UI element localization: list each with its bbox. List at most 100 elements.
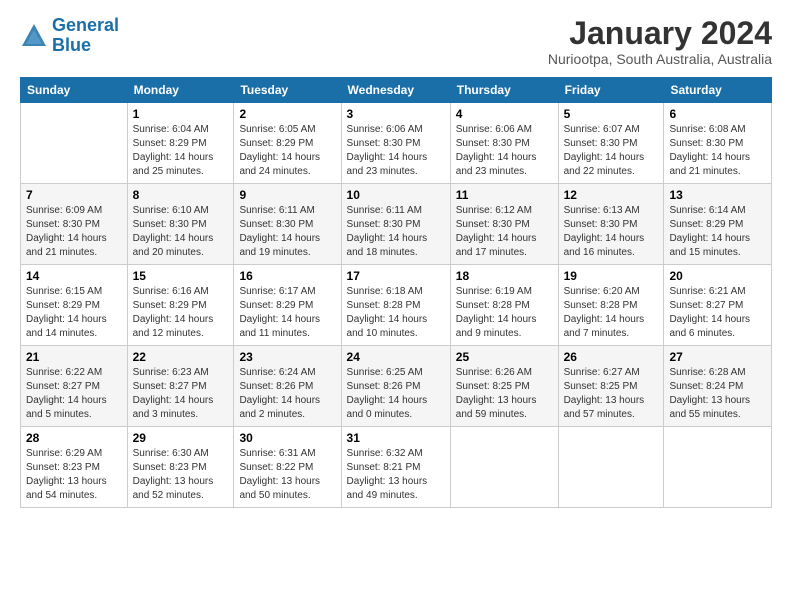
day-cell: 10 Sunrise: 6:11 AM Sunset: 8:30 PM Dayli… [341, 184, 450, 265]
day-detail: Sunrise: 6:23 AM Sunset: 8:27 PM Dayligh… [133, 366, 229, 422]
header-row: SundayMondayTuesdayWednesdayThursdayFrid… [21, 78, 772, 103]
title-block: January 2024 Nuriootpa, South Australia,… [548, 16, 772, 67]
day-detail: Sunrise: 6:13 AM Sunset: 8:30 PM Dayligh… [564, 204, 659, 260]
day-detail: Sunrise: 6:08 AM Sunset: 8:30 PM Dayligh… [669, 123, 766, 179]
day-detail: Sunrise: 6:19 AM Sunset: 8:28 PM Dayligh… [456, 285, 553, 341]
day-number: 26 [564, 350, 659, 364]
day-cell: 4Sunrise: 6:06 AM Sunset: 8:30 PM Daylig… [450, 103, 558, 184]
day-number: 11 [456, 188, 553, 202]
day-number: 9 [239, 188, 335, 202]
day-cell: 17Sunrise: 6:18 AM Sunset: 8:28 PM Dayli… [341, 265, 450, 346]
day-cell: 6 Sunrise: 6:08 AM Sunset: 8:30 PM Daylig… [664, 103, 772, 184]
day-cell [664, 427, 772, 508]
day-detail: Sunrise: 6:27 AM Sunset: 8:25 PM Dayligh… [564, 366, 659, 422]
day-cell [450, 427, 558, 508]
day-detail: Sunrise: 6:30 AM Sunset: 8:23 PM Dayligh… [133, 447, 229, 503]
day-cell: 2 Sunrise: 6:05 AM Sunset: 8:29 PM Daylig… [234, 103, 341, 184]
day-cell: 15Sunrise: 6:16 AM Sunset: 8:29 PM Dayli… [127, 265, 234, 346]
day-number: 10 [347, 188, 445, 202]
day-number: 30 [239, 431, 335, 445]
day-detail: Sunrise: 6:17 AM Sunset: 8:29 PM Dayligh… [239, 285, 335, 341]
day-detail: Sunrise: 6:26 AM Sunset: 8:25 PM Dayligh… [456, 366, 553, 422]
header-cell-friday: Friday [558, 78, 664, 103]
day-number: 28 [26, 431, 122, 445]
day-cell: 25 Sunrise: 6:26 AM Sunset: 8:25 PM Dayli… [450, 346, 558, 427]
day-detail: Sunrise: 6:21 AM Sunset: 8:27 PM Dayligh… [669, 285, 766, 341]
main-title: January 2024 [548, 16, 772, 51]
day-number: 15 [133, 269, 229, 283]
day-number: 27 [669, 350, 766, 364]
day-detail: Sunrise: 6:28 AM Sunset: 8:24 PM Dayligh… [669, 366, 766, 422]
day-detail: Sunrise: 6:31 AM Sunset: 8:22 PM Dayligh… [239, 447, 335, 503]
day-number: 25 [456, 350, 553, 364]
week-row-1: 1Sunrise: 6:04 AM Sunset: 8:29 PM Daylig… [21, 103, 772, 184]
day-cell: 20Sunrise: 6:21 AM Sunset: 8:27 PM Dayli… [664, 265, 772, 346]
day-detail: Sunrise: 6:06 AM Sunset: 8:30 PM Dayligh… [347, 123, 445, 179]
day-number: 29 [133, 431, 229, 445]
day-number: 19 [564, 269, 659, 283]
header: General Blue January 2024 Nuriootpa, Sou… [20, 16, 772, 67]
day-number: 12 [564, 188, 659, 202]
day-detail: Sunrise: 6:14 AM Sunset: 8:29 PM Dayligh… [669, 204, 766, 260]
day-detail: Sunrise: 6:15 AM Sunset: 8:29 PM Dayligh… [26, 285, 122, 341]
header-cell-sunday: Sunday [21, 78, 128, 103]
day-cell: 19Sunrise: 6:20 AM Sunset: 8:28 PM Dayli… [558, 265, 664, 346]
day-detail: Sunrise: 6:11 AM Sunset: 8:30 PM Dayligh… [239, 204, 335, 260]
day-cell: 30 Sunrise: 6:31 AM Sunset: 8:22 PM Dayli… [234, 427, 341, 508]
day-number: 6 [669, 107, 766, 121]
header-cell-wednesday: Wednesday [341, 78, 450, 103]
day-cell: 14Sunrise: 6:15 AM Sunset: 8:29 PM Dayli… [21, 265, 128, 346]
day-number: 22 [133, 350, 229, 364]
day-cell: 24 Sunrise: 6:25 AM Sunset: 8:26 PM Dayli… [341, 346, 450, 427]
week-row-5: 28 Sunrise: 6:29 AM Sunset: 8:23 PM Dayli… [21, 427, 772, 508]
day-detail: Sunrise: 6:04 AM Sunset: 8:29 PM Dayligh… [133, 123, 229, 179]
subtitle: Nuriootpa, South Australia, Australia [548, 51, 772, 67]
day-cell: 13 Sunrise: 6:14 AM Sunset: 8:29 PM Dayli… [664, 184, 772, 265]
day-detail: Sunrise: 6:32 AM Sunset: 8:21 PM Dayligh… [347, 447, 445, 503]
header-cell-saturday: Saturday [664, 78, 772, 103]
day-cell: 23 Sunrise: 6:24 AM Sunset: 8:26 PM Dayli… [234, 346, 341, 427]
day-number: 24 [347, 350, 445, 364]
day-number: 16 [239, 269, 335, 283]
day-cell: 18 Sunrise: 6:19 AM Sunset: 8:28 PM Dayli… [450, 265, 558, 346]
day-cell: 26 Sunrise: 6:27 AM Sunset: 8:25 PM Dayli… [558, 346, 664, 427]
header-cell-tuesday: Tuesday [234, 78, 341, 103]
day-detail: Sunrise: 6:24 AM Sunset: 8:26 PM Dayligh… [239, 366, 335, 422]
day-detail: Sunrise: 6:07 AM Sunset: 8:30 PM Dayligh… [564, 123, 659, 179]
day-detail: Sunrise: 6:11 AM Sunset: 8:30 PM Dayligh… [347, 204, 445, 260]
day-number: 23 [239, 350, 335, 364]
day-cell: 16 Sunrise: 6:17 AM Sunset: 8:29 PM Dayli… [234, 265, 341, 346]
day-cell: 9 Sunrise: 6:11 AM Sunset: 8:30 PM Daylig… [234, 184, 341, 265]
logo-blue: Blue [52, 36, 119, 56]
day-cell: 27 Sunrise: 6:28 AM Sunset: 8:24 PM Dayli… [664, 346, 772, 427]
page: General Blue January 2024 Nuriootpa, Sou… [0, 0, 792, 612]
header-cell-thursday: Thursday [450, 78, 558, 103]
day-number: 18 [456, 269, 553, 283]
day-number: 8 [133, 188, 229, 202]
day-number: 5 [564, 107, 659, 121]
day-detail: Sunrise: 6:05 AM Sunset: 8:29 PM Dayligh… [239, 123, 335, 179]
week-row-3: 14Sunrise: 6:15 AM Sunset: 8:29 PM Dayli… [21, 265, 772, 346]
header-cell-monday: Monday [127, 78, 234, 103]
day-cell: 21 Sunrise: 6:22 AM Sunset: 8:27 PM Dayli… [21, 346, 128, 427]
calendar: SundayMondayTuesdayWednesdayThursdayFrid… [20, 77, 772, 508]
day-number: 31 [347, 431, 445, 445]
day-number: 13 [669, 188, 766, 202]
day-cell: 29 Sunrise: 6:30 AM Sunset: 8:23 PM Dayli… [127, 427, 234, 508]
day-cell: 11Sunrise: 6:12 AM Sunset: 8:30 PM Dayli… [450, 184, 558, 265]
day-detail: Sunrise: 6:18 AM Sunset: 8:28 PM Dayligh… [347, 285, 445, 341]
day-detail: Sunrise: 6:06 AM Sunset: 8:30 PM Dayligh… [456, 123, 553, 179]
logo-text: General Blue [52, 16, 119, 56]
day-detail: Sunrise: 6:09 AM Sunset: 8:30 PM Dayligh… [26, 204, 122, 260]
day-detail: Sunrise: 6:25 AM Sunset: 8:26 PM Dayligh… [347, 366, 445, 422]
day-cell [21, 103, 128, 184]
day-cell: 3Sunrise: 6:06 AM Sunset: 8:30 PM Daylig… [341, 103, 450, 184]
day-cell: 1Sunrise: 6:04 AM Sunset: 8:29 PM Daylig… [127, 103, 234, 184]
day-cell: 5 Sunrise: 6:07 AM Sunset: 8:30 PM Daylig… [558, 103, 664, 184]
day-detail: Sunrise: 6:22 AM Sunset: 8:27 PM Dayligh… [26, 366, 122, 422]
day-cell: 12 Sunrise: 6:13 AM Sunset: 8:30 PM Dayli… [558, 184, 664, 265]
logo: General Blue [20, 16, 119, 56]
day-detail: Sunrise: 6:29 AM Sunset: 8:23 PM Dayligh… [26, 447, 122, 503]
day-number: 21 [26, 350, 122, 364]
day-number: 2 [239, 107, 335, 121]
